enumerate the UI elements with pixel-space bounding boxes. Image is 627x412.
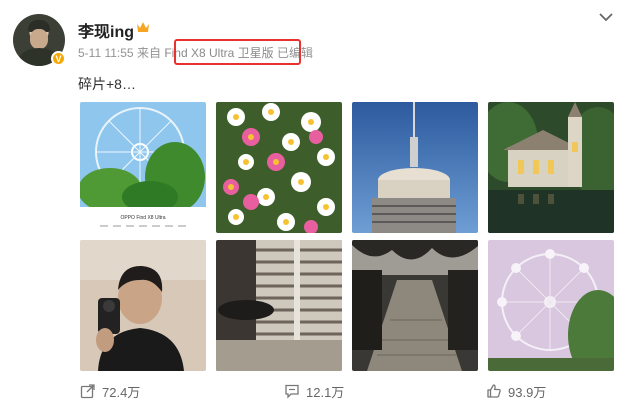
photo-caption: OPPO Find X8 Ultra: [120, 215, 165, 221]
photo-ferris-wheel-card[interactable]: OPPO Find X8 Ultra: [80, 102, 206, 233]
photo-window-shadows[interactable]: [216, 240, 342, 371]
share-action[interactable]: 72.4万: [80, 380, 140, 402]
share-icon: [80, 384, 95, 399]
photo-daisies[interactable]: [216, 102, 342, 233]
like-count: 93.9万: [508, 384, 547, 400]
share-count: 72.4万: [102, 384, 141, 400]
photo-selfie-mirror[interactable]: [80, 240, 206, 371]
crown-icon: [137, 22, 149, 32]
source-highlight-box: [174, 39, 301, 65]
post-text: 碎片+8…: [78, 76, 136, 92]
photo-tower-blue-sky[interactable]: [352, 102, 478, 233]
comment-icon: [285, 384, 299, 399]
photo-dark-street[interactable]: [352, 240, 478, 371]
like-action[interactable]: 93.9万: [486, 380, 546, 402]
comment-action[interactable]: 12.1万: [284, 380, 344, 402]
photo-ferris-wheel-pink[interactable]: [488, 240, 614, 371]
like-icon: [487, 384, 501, 398]
photo-chapel-pond[interactable]: [488, 102, 614, 233]
chevron-down-icon[interactable]: [599, 12, 613, 22]
post-time[interactable]: 5-11 11:55: [78, 46, 134, 60]
comment-count: 12.1万: [306, 384, 345, 400]
from-label: 来自: [136, 46, 161, 60]
verified-badge-icon: V: [51, 51, 66, 66]
username[interactable]: 李现ing: [78, 18, 134, 42]
